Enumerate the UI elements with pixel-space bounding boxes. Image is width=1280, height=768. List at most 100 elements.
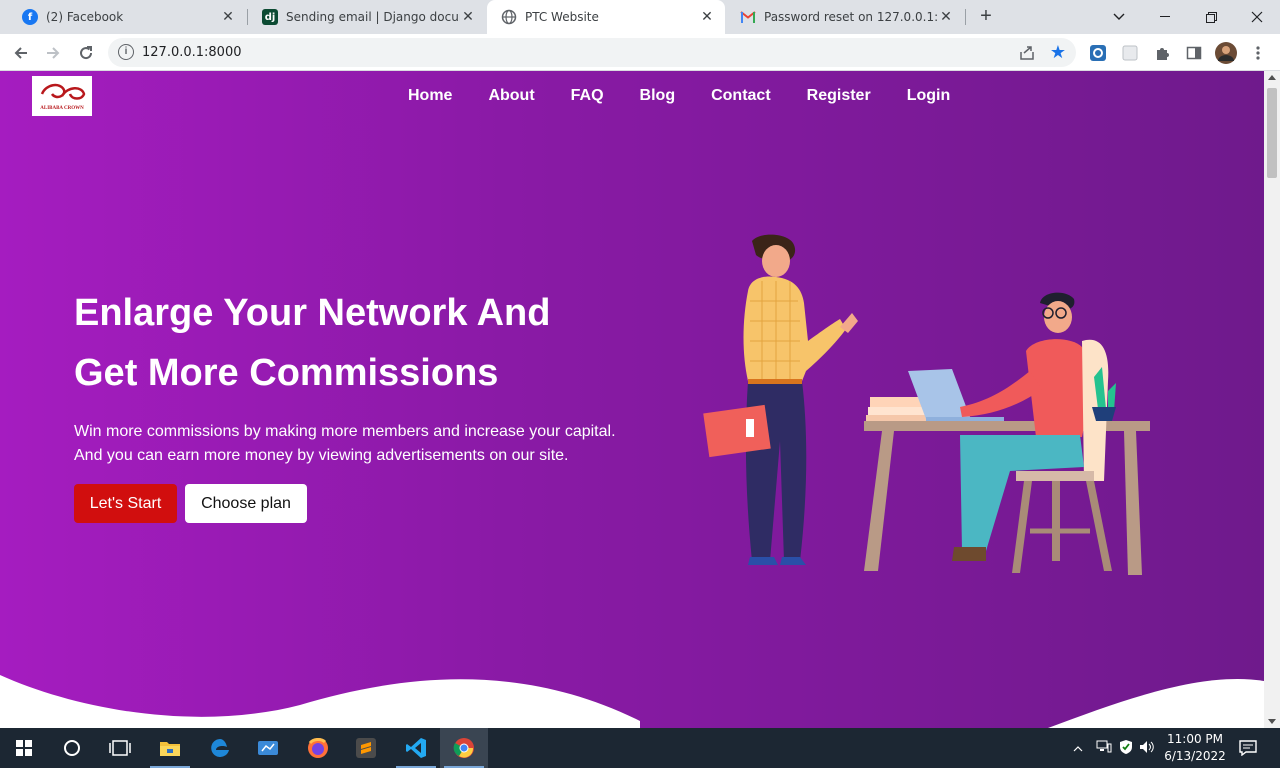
control-panel-icon [258,741,278,755]
more-vert-icon [1256,46,1260,60]
profile-button[interactable] [1213,40,1239,66]
close-window-button[interactable] [1234,0,1280,34]
tab-search-button[interactable] [1096,0,1142,34]
close-icon[interactable]: ✕ [460,9,476,25]
nav-blog[interactable]: Blog [640,87,676,105]
side-panel-icon [1186,46,1202,60]
extension-blue-icon [1090,45,1106,61]
security-shield-icon[interactable] [1116,739,1136,758]
nav-register[interactable]: Register [807,87,871,105]
side-panel-button[interactable] [1181,40,1207,66]
close-icon[interactable]: ✕ [938,9,954,25]
tab-separator [965,9,966,25]
nav-about[interactable]: About [488,87,534,105]
task-view-button[interactable] [96,728,144,768]
close-icon [1251,11,1263,23]
close-icon[interactable]: ✕ [220,9,236,25]
search-button[interactable] [48,728,96,768]
site-logo[interactable]: ALIBABA CROWN [32,76,92,116]
share-icon[interactable] [1018,44,1036,62]
scroll-down-icon[interactable] [1268,719,1276,724]
chrome-button[interactable] [440,728,488,768]
gmail-icon [740,9,756,25]
standing-person [703,234,858,565]
windows-taskbar: 11:00 PM 6/13/2022 [0,728,1280,768]
back-button[interactable] [8,40,34,66]
minimize-icon [1160,16,1170,17]
page-scrollbar[interactable] [1264,71,1280,728]
django-icon: dj [262,9,278,25]
new-tab-button[interactable]: + [976,6,996,27]
logo-text: ALIBABA CROWN [40,106,84,111]
tab-ptc-website[interactable]: PTC Website ✕ [487,0,725,34]
browser-toolbar: i 127.0.0.1:8000 ★ [0,34,1280,71]
notification-icon [1239,740,1257,756]
arrow-right-icon [47,47,60,59]
task-view-icon [109,740,131,756]
edge-icon [211,739,229,757]
tab-facebook[interactable]: f (2) Facebook ✕ [8,0,246,34]
file-explorer-button[interactable] [146,728,194,768]
info-icon[interactable]: i [118,44,134,60]
avatar [1215,42,1237,64]
scroll-thumb[interactable] [1267,88,1277,178]
hero-description: Win more commissions by making more memb… [74,420,654,468]
sublime-text-button[interactable] [342,728,390,768]
arrow-left-icon [14,47,27,59]
reload-icon [80,46,93,60]
hero-title: Enlarge Your Network And Get More Commis… [74,283,634,403]
restore-button[interactable] [1188,0,1234,34]
restore-icon [1205,11,1217,23]
facebook-icon: f [22,9,38,25]
seated-person [952,292,1112,573]
system-clock[interactable]: 11:00 PM 6/13/2022 [1160,731,1230,765]
address-bar[interactable]: i 127.0.0.1:8000 ★ [108,38,1076,67]
volume-icon[interactable] [1136,740,1158,757]
forward-button[interactable] [40,40,66,66]
extension-2-button[interactable] [1117,40,1143,66]
nav-login[interactable]: Login [907,87,951,105]
hero-title-line1: Enlarge Your Network And [74,292,551,334]
reload-button[interactable] [73,40,99,66]
tab-title: Password reset on 127.0.0.1:8000 [764,10,938,24]
main-nav: Home About FAQ Blog Contact Register Log… [408,87,986,105]
choose-plan-button[interactable]: Choose plan [185,484,307,523]
tab-title: Sending email | Django documen [286,10,460,24]
start-button[interactable] [0,728,48,768]
chevron-down-icon [1113,13,1125,20]
windows-icon [16,740,32,756]
globe-icon [501,9,517,25]
url-text[interactable]: 127.0.0.1:8000 [142,45,242,60]
menu-button[interactable] [1245,40,1271,66]
system-tray [1070,728,1158,768]
tab-django[interactable]: dj Sending email | Django documen ✕ [248,0,486,34]
bottom-wave [0,675,1264,728]
hero-title-line2: Get More Commissions [74,352,499,394]
chevron-up-icon[interactable] [1070,741,1086,755]
sublime-text-icon [356,738,376,758]
nav-contact[interactable]: Contact [711,87,771,105]
notifications-button[interactable] [1232,728,1264,768]
firefox-button[interactable] [294,728,342,768]
nav-home[interactable]: Home [408,87,452,105]
puzzle-icon [1157,48,1169,60]
network-icon[interactable] [1092,740,1116,757]
minimize-button[interactable] [1142,0,1188,34]
close-icon[interactable]: ✕ [699,9,715,25]
extensions-button[interactable] [1149,40,1175,66]
hero-text-line2: And you can earn more money by viewing a… [74,447,569,464]
bookmark-star-icon[interactable]: ★ [1050,42,1066,63]
extension-grey-icon [1122,45,1138,61]
lets-start-button[interactable]: Let's Start [74,484,177,523]
extension-1-button[interactable] [1085,40,1111,66]
vscode-icon [406,738,426,758]
tab-title: (2) Facebook [46,10,124,24]
vscode-button[interactable] [392,728,440,768]
control-panel-button[interactable] [244,728,292,768]
edge-button[interactable] [196,728,244,768]
firefox-icon [308,738,328,758]
nav-faq[interactable]: FAQ [571,87,604,105]
web-page: ALIBABA CROWN Home About FAQ Blog Contac… [0,71,1264,728]
scroll-up-icon[interactable] [1268,75,1276,80]
tab-password-reset[interactable]: Password reset on 127.0.0.1:8000 ✕ [726,0,964,34]
